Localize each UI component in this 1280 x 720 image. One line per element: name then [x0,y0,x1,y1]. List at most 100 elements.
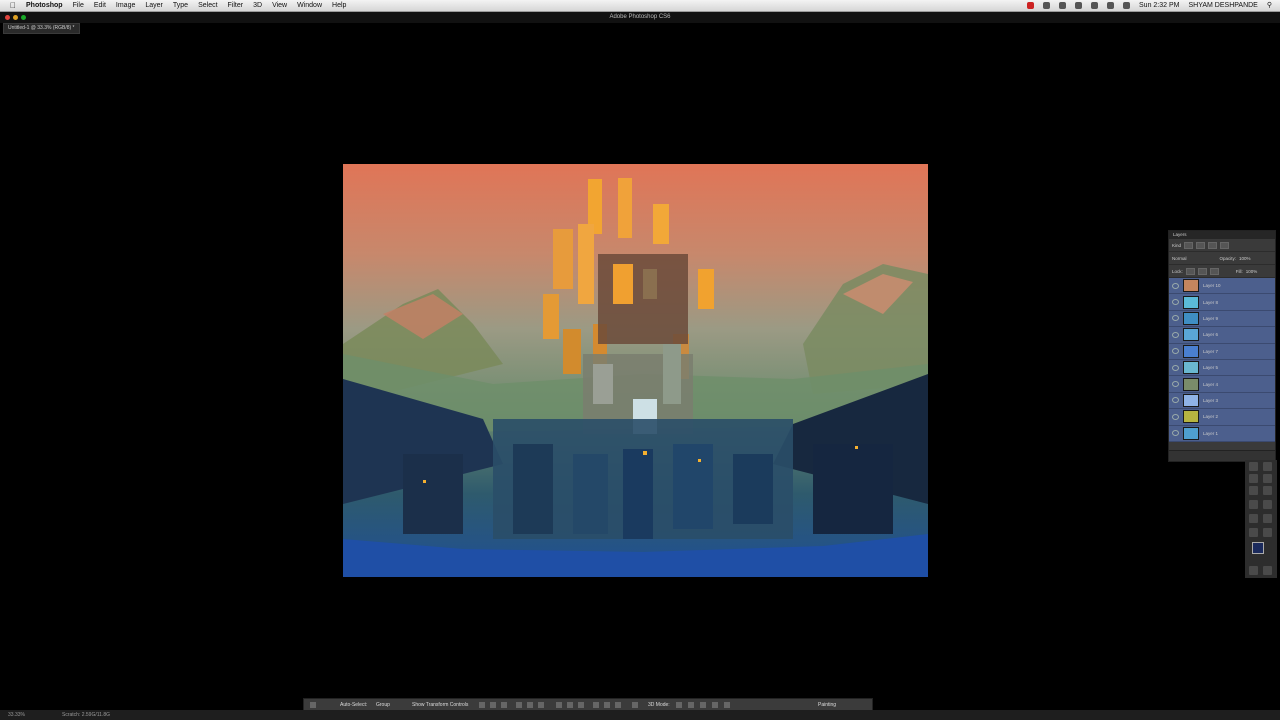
move-tool-icon[interactable] [1249,462,1258,471]
align-right-icon[interactable] [538,702,544,708]
distribute-bottom-icon[interactable] [578,702,584,708]
filter-type-icon[interactable] [1208,241,1218,249]
layer-row[interactable]: Layer 2 [1169,409,1275,426]
gradient-tool-icon[interactable] [1263,474,1272,483]
auto-align-icon[interactable] [632,702,638,708]
eraser-tool-icon[interactable] [1249,474,1258,483]
clock[interactable]: Sun 2:32 PM [1139,0,1179,11]
menu-type[interactable]: Type [173,0,188,11]
record-icon[interactable] [1027,2,1035,9]
align-left-icon[interactable] [516,702,522,708]
hand-tool-icon[interactable] [1249,528,1258,537]
distribute-hcenter-icon[interactable] [604,702,610,708]
brush-tool-icon[interactable] [1263,462,1272,471]
blend-mode-select[interactable]: Normal [1172,256,1187,261]
menu-help[interactable]: Help [332,0,346,11]
layer-row[interactable]: Layer 5 [1169,359,1275,377]
fill-field[interactable]: 100% [1246,269,1258,274]
align-vcenter-icon[interactable] [490,702,496,708]
menu-image[interactable]: Image [116,0,135,11]
visibility-eye-icon[interactable] [1172,348,1179,355]
move-tool-preset-icon[interactable] [310,702,316,708]
menu-window[interactable]: Window [297,0,322,11]
3d-slide-icon[interactable] [712,702,718,708]
menu-3d[interactable]: 3D [253,0,262,11]
filter-shape-icon[interactable] [1220,241,1230,249]
opacity-field[interactable]: 100% [1239,256,1251,261]
layer-row[interactable]: Layer 9 [1169,310,1275,328]
menu-app[interactable]: Photoshop [26,0,63,11]
visibility-eye-icon[interactable] [1172,282,1179,289]
menu-filter[interactable]: Filter [228,0,244,11]
filter-adjust-icon[interactable] [1196,241,1206,249]
layer-row[interactable]: Layer 3 [1169,392,1275,410]
layer-row[interactable]: Layer 6 [1169,327,1275,344]
lasso-tool-icon[interactable] [1249,486,1258,495]
minimize-icon[interactable] [13,15,18,20]
distribute-top-icon[interactable] [556,702,562,708]
menu-edit[interactable]: Edit [94,0,106,11]
document-canvas[interactable] [343,164,928,577]
distribute-right-icon[interactable] [615,702,621,708]
magnify-tool-icon[interactable] [1263,528,1272,537]
menu-select[interactable]: Select [198,0,217,11]
zoom-tool-icon[interactable] [1263,486,1272,495]
menu-view[interactable]: View [272,0,287,11]
volume-icon[interactable] [1107,2,1115,9]
distribute-left-icon[interactable] [593,702,599,708]
path-select-tool-icon[interactable] [1249,514,1258,523]
sync-icon[interactable] [1043,2,1051,9]
layer-row[interactable]: Layer 10 [1169,278,1275,295]
pen-tool-icon[interactable] [1249,500,1258,509]
scratch-info[interactable]: Scratch: 2.59G/11.8G [62,710,110,720]
menu-layer[interactable]: Layer [145,0,163,11]
lock-pixels-icon[interactable] [1185,267,1195,275]
align-hcenter-icon[interactable] [527,702,533,708]
rectangle-tool-icon[interactable] [1263,514,1272,523]
quick-mask-icon[interactable] [1249,566,1258,575]
3d-pan-icon[interactable] [700,702,706,708]
3d-rotate-icon[interactable] [676,702,682,708]
filter-kind-select[interactable]: Kind [1172,243,1181,248]
layer-row[interactable]: Layer 8 [1169,294,1275,311]
spotlight-icon[interactable]: ⚲ [1267,0,1272,11]
menu-file[interactable]: File [73,0,84,11]
layers-blend-row: Normal Opacity: 100% [1169,252,1275,265]
user-name[interactable]: SHYAM DESHPANDE [1188,0,1257,11]
visibility-eye-icon[interactable] [1172,397,1179,404]
zoom-level[interactable]: 33.33% [8,710,25,720]
bluetooth-icon[interactable] [1075,2,1083,9]
layer-row[interactable]: Layer 4 [1169,376,1275,393]
document-tab[interactable]: Untitled-1 @ 33.3% (RGB/8) * [3,23,80,34]
layer-thumbnail [1183,295,1199,309]
type-tool-icon[interactable] [1263,500,1272,509]
visibility-eye-icon[interactable] [1172,413,1179,420]
visibility-eye-icon[interactable] [1172,364,1179,371]
wifi-icon[interactable] [1091,2,1099,9]
layer-thumbnail [1183,328,1199,342]
visibility-eye-icon[interactable] [1172,381,1179,388]
3d-scale-icon[interactable] [724,702,730,708]
align-bottom-icon[interactable] [501,702,507,708]
zoom-icon[interactable] [21,15,26,20]
close-icon[interactable] [5,15,10,20]
battery-icon[interactable] [1123,2,1131,9]
3d-roll-icon[interactable] [688,702,694,708]
lock-all-icon[interactable] [1209,267,1219,275]
visibility-eye-icon[interactable] [1172,299,1179,306]
foreground-color-swatch[interactable] [1252,542,1264,554]
lock-position-icon[interactable] [1197,267,1207,275]
distribute-center-icon[interactable] [567,702,573,708]
apple-menu-icon[interactable]:  [10,0,16,11]
status-bar: 33.33% Scratch: 2.59G/11.8G [0,710,1280,720]
visibility-eye-icon[interactable] [1172,331,1179,338]
layer-row[interactable]: Layer 1 [1169,425,1275,442]
screen-mode-icon[interactable] [1263,566,1272,575]
layers-panel-title[interactable]: Layers [1169,231,1275,239]
align-top-icon[interactable] [479,702,485,708]
visibility-eye-icon[interactable] [1172,315,1179,322]
layer-row[interactable]: Layer 7 [1169,343,1275,360]
filter-pixel-icon[interactable] [1184,241,1194,249]
visibility-eye-icon[interactable] [1172,430,1179,437]
timemachine-icon[interactable] [1059,2,1067,9]
